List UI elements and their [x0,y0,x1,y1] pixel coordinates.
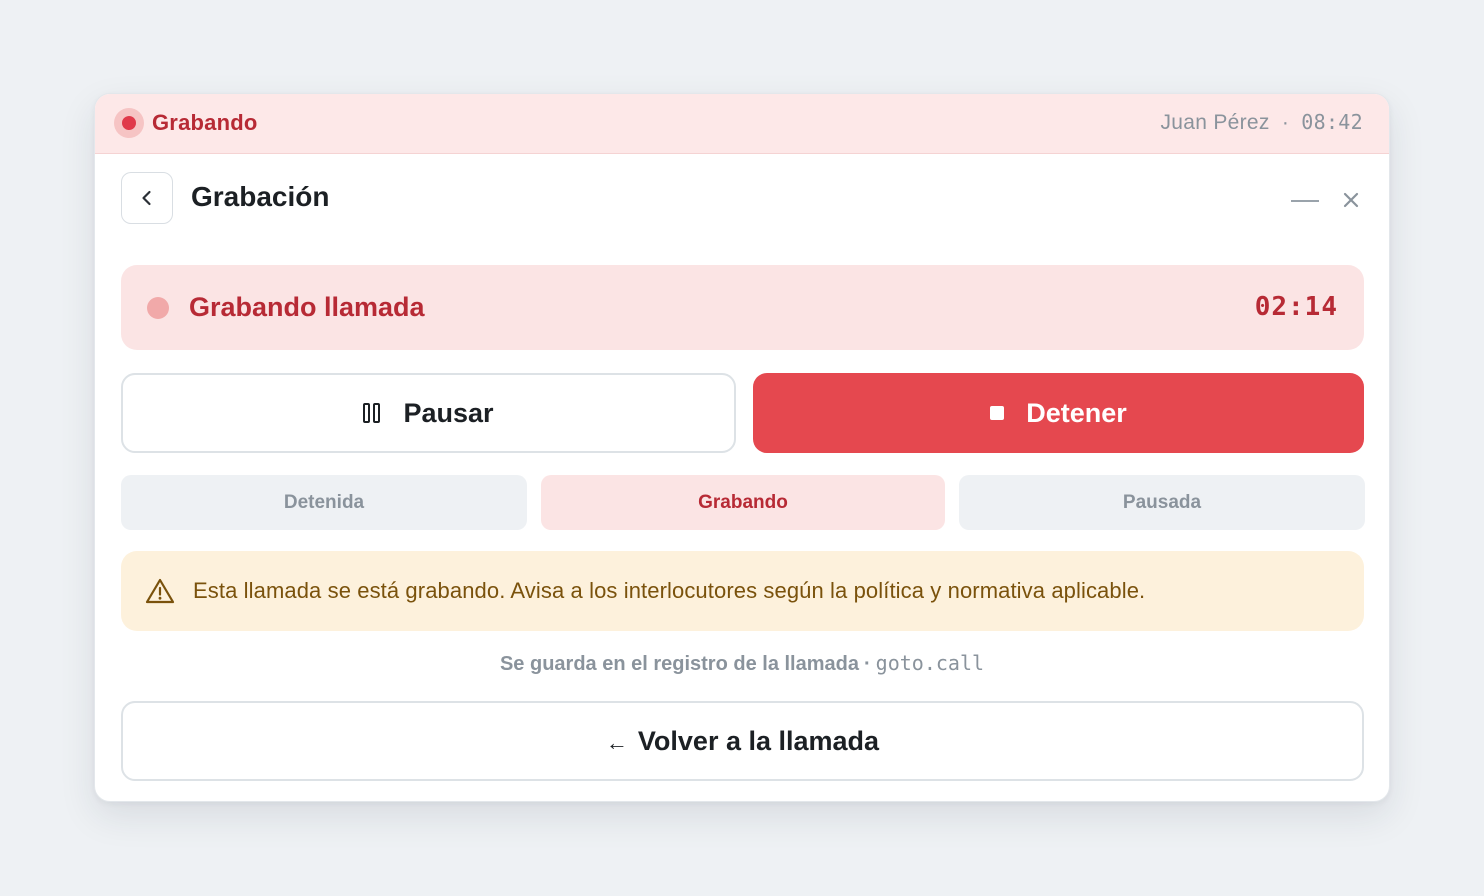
state-label: Detenida [283,491,365,513]
recording-status-banner: Grabando llamada 02:14 [121,265,1364,350]
recording-warning: Esta llamada se está grabando. Avisa a l… [121,551,1364,631]
state-grabando[interactable]: Grabando [541,475,945,530]
state-pausada[interactable]: Pausada [959,475,1365,530]
pause-icon [363,403,381,423]
state-detenida[interactable]: Detenida [121,475,527,530]
stop-icon [990,406,1005,420]
minimize-button[interactable] [1291,186,1319,214]
recording-timer: 02:14 [1254,292,1338,322]
return-to-call-button[interactable]: ← Volver a la llamada [121,701,1364,781]
close-button[interactable] [1337,186,1365,214]
return-button-label: Volver a la llamada [637,725,880,756]
recording-label: Grabando [152,110,258,135]
storage-note-text: Se guarda en el registro de la llamada [499,653,859,675]
call-clock: 08:42 [1301,110,1363,134]
warning-text: Esta llamada se está grabando. Avisa a l… [193,578,1146,603]
recording-dot-icon [114,108,144,138]
pause-button-label: Pausar [403,397,494,428]
recording-panel: Grabando Juan Pérez · 08:42 Grabación Gr… [94,93,1390,802]
storage-note: Se guarda en el registro de la llamada · g… [95,651,1389,676]
storage-domain: goto.call [875,651,985,675]
stop-button[interactable]: Detener [753,373,1364,453]
state-label: Pausada [1122,491,1202,513]
pause-button[interactable]: Pausar [121,373,736,453]
note-separator: · [863,653,871,675]
user-name: Juan Pérez [1160,111,1270,134]
chevron-left-icon [142,190,151,206]
close-icon [1343,192,1359,208]
stop-button-label: Detener [1026,397,1127,428]
page-title: Grabación [191,181,330,212]
meta-separator: · [1281,111,1290,134]
arrow-left-icon: ← [605,730,628,755]
recording-indicator-bar: Grabando Juan Pérez · 08:42 [95,94,1389,154]
status-text: Grabando llamada [189,292,425,322]
state-label: Grabando [698,491,788,513]
recording-meta: Juan Pérez · 08:42 [1160,110,1363,135]
back-button[interactable] [121,172,173,224]
status-dot-icon [147,297,169,319]
warning-icon [145,578,175,604]
